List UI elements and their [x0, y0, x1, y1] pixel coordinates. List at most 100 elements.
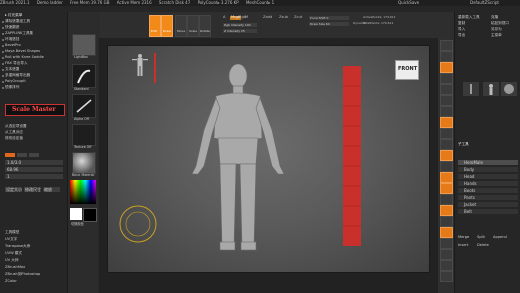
subtool-row[interactable]: HeroMale [458, 160, 518, 165]
subtool-action[interactable]: Delete [477, 243, 489, 248]
value-field[interactable]: 1 [5, 174, 63, 179]
plugin-item[interactable]: UVW 模式 [5, 251, 22, 256]
rotate-3d-button[interactable] [440, 205, 453, 216]
plugin-item[interactable]: PolyGroupIt [5, 79, 26, 84]
action-button[interactable]: 缩放 [43, 187, 60, 192]
aahalf-button[interactable] [440, 95, 453, 106]
solo-button[interactable] [440, 260, 453, 271]
plugin-item[interactable]: 环境遮挡 [5, 37, 19, 42]
mode-zadd[interactable]: Zadd [263, 15, 272, 20]
polyf-button[interactable] [440, 227, 453, 238]
actual-button[interactable] [440, 84, 453, 95]
panel-item[interactable]: 克隆 [491, 15, 498, 20]
bpr-button[interactable] [440, 40, 453, 51]
brush-thumb[interactable] [72, 64, 96, 88]
unit-toggle[interactable] [17, 153, 27, 157]
plugin-item[interactable]: 清除遮罩组工具 [5, 19, 30, 24]
secondary-color-swatch[interactable] [83, 208, 97, 222]
mode-zcut[interactable]: Zcut [294, 15, 302, 20]
plugin-item[interactable]: 文本遮罩 [5, 67, 19, 72]
rgb-intensity-slider[interactable]: Rgb Intensity 100 [223, 23, 257, 27]
zoom-view-button[interactable] [440, 194, 453, 205]
panel-item[interactable]: 主菜单 [491, 33, 502, 38]
zoom-button[interactable] [440, 73, 453, 84]
floor-button[interactable] [440, 117, 453, 128]
move-view-button[interactable] [440, 183, 453, 194]
alpha-thumb[interactable] [72, 124, 96, 146]
menu-item[interactable]: Demo ladder [37, 1, 63, 5]
plugin-item[interactable]: Maya Bevel Shapes [5, 49, 40, 54]
xpose-button[interactable] [440, 271, 453, 282]
panel-item[interactable]: 复制 [458, 21, 465, 26]
edit-button[interactable]: Edit [149, 15, 161, 37]
subtool-action[interactable]: Merge [458, 235, 469, 240]
rotation-gizmo[interactable] [119, 205, 157, 243]
plugin-item[interactable]: ZBrush到Photoshop [5, 272, 40, 277]
panel-item[interactable]: 导入 [458, 27, 465, 32]
subtool-row[interactable]: Jacket [458, 202, 518, 207]
mode-zsub[interactable]: Zsub [279, 15, 288, 20]
ghost-button[interactable] [440, 249, 453, 260]
spix-button[interactable] [440, 51, 453, 62]
option-item[interactable]: 从选定项设置 [5, 124, 27, 129]
linefill-button[interactable] [440, 216, 453, 227]
scale-button[interactable]: Scale [187, 15, 199, 37]
persp-button[interactable] [440, 106, 453, 117]
subtool-row[interactable]: Belt [458, 209, 518, 214]
plugin-item[interactable]: ZColor [5, 279, 17, 284]
option-item[interactable]: 修改设定值 [5, 136, 23, 141]
plugin-item[interactable]: 工具模型 [5, 230, 19, 235]
panel-item[interactable]: 导出 [458, 33, 465, 38]
plugin-item[interactable]: ZBrushMax [5, 265, 25, 270]
subtool-row[interactable]: Body [458, 167, 518, 172]
plugin-item[interactable]: UV文字 [5, 237, 17, 242]
unit-toggle[interactable] [29, 153, 39, 157]
frame-button[interactable] [440, 172, 453, 183]
color-picker[interactable] [70, 180, 96, 204]
panel-item[interactable]: 粘贴到视口 [491, 21, 509, 26]
value-field[interactable]: 1.0/3.0 [5, 160, 63, 165]
lightbox-thumb[interactable] [72, 34, 96, 56]
subtool-row[interactable]: Pants [458, 195, 518, 200]
transp-button[interactable] [440, 238, 453, 249]
view-cube[interactable]: FRONT [395, 60, 419, 80]
xyz-button[interactable] [440, 150, 453, 161]
swap-color-label[interactable]: 切换颜色 [71, 222, 84, 226]
move-button[interactable]: Move [175, 15, 187, 37]
material-thumb[interactable] [72, 152, 96, 174]
mode-a[interactable]: A [223, 15, 225, 20]
subtool-action[interactable]: Insert [458, 243, 468, 248]
subtool-action[interactable]: Append [493, 235, 507, 240]
mode-m[interactable]: M [245, 15, 248, 20]
plugin-item[interactable]: FBX 导出导入 [5, 61, 28, 66]
subtool-header[interactable]: 子工具 [458, 142, 469, 147]
panel-item[interactable]: 另存为 [491, 27, 502, 32]
plugin-item[interactable]: Transpose大师 [5, 244, 30, 249]
stroke-thumb[interactable] [72, 94, 96, 118]
local-button[interactable] [440, 128, 453, 139]
draw-button[interactable]: Draw [161, 15, 173, 37]
subtool-row[interactable]: Boots [458, 188, 518, 193]
z-intensity-slider[interactable]: Z Intensity 25 [223, 29, 257, 33]
tool-thumb[interactable] [501, 82, 517, 96]
panel-header[interactable]: ▸ 灯光菜单 [5, 13, 22, 18]
plugin-item[interactable]: UV 大师 [5, 258, 18, 263]
tool-thumb[interactable] [483, 82, 499, 96]
plugin-item[interactable]: 快速翻遮 [5, 25, 19, 30]
rotate-view-button[interactable] [440, 161, 453, 172]
subtool-row[interactable]: Head [458, 174, 518, 179]
scroll-button[interactable] [440, 62, 453, 73]
focal-shift-slider[interactable]: Focal Shift 0 [309, 16, 349, 20]
tool-thumb[interactable] [463, 82, 479, 96]
subtool-action[interactable]: Split [477, 235, 485, 240]
unit-toggle[interactable] [5, 153, 15, 157]
lsym-button[interactable] [440, 139, 453, 150]
panel-item[interactable]: 重新载入工具 [458, 15, 480, 20]
plugin-item[interactable]: 多重网格导出器 [5, 73, 30, 78]
document-canvas[interactable]: FRONT [107, 45, 430, 273]
primary-color-swatch[interactable] [70, 208, 82, 220]
option-item[interactable]: 从工具对应 [5, 130, 23, 135]
plugin-item[interactable]: Roll with Knee Saddle [5, 55, 44, 60]
plugin-item[interactable]: BevelPro [5, 43, 21, 48]
rotate-button[interactable]: Rotate [199, 15, 211, 37]
